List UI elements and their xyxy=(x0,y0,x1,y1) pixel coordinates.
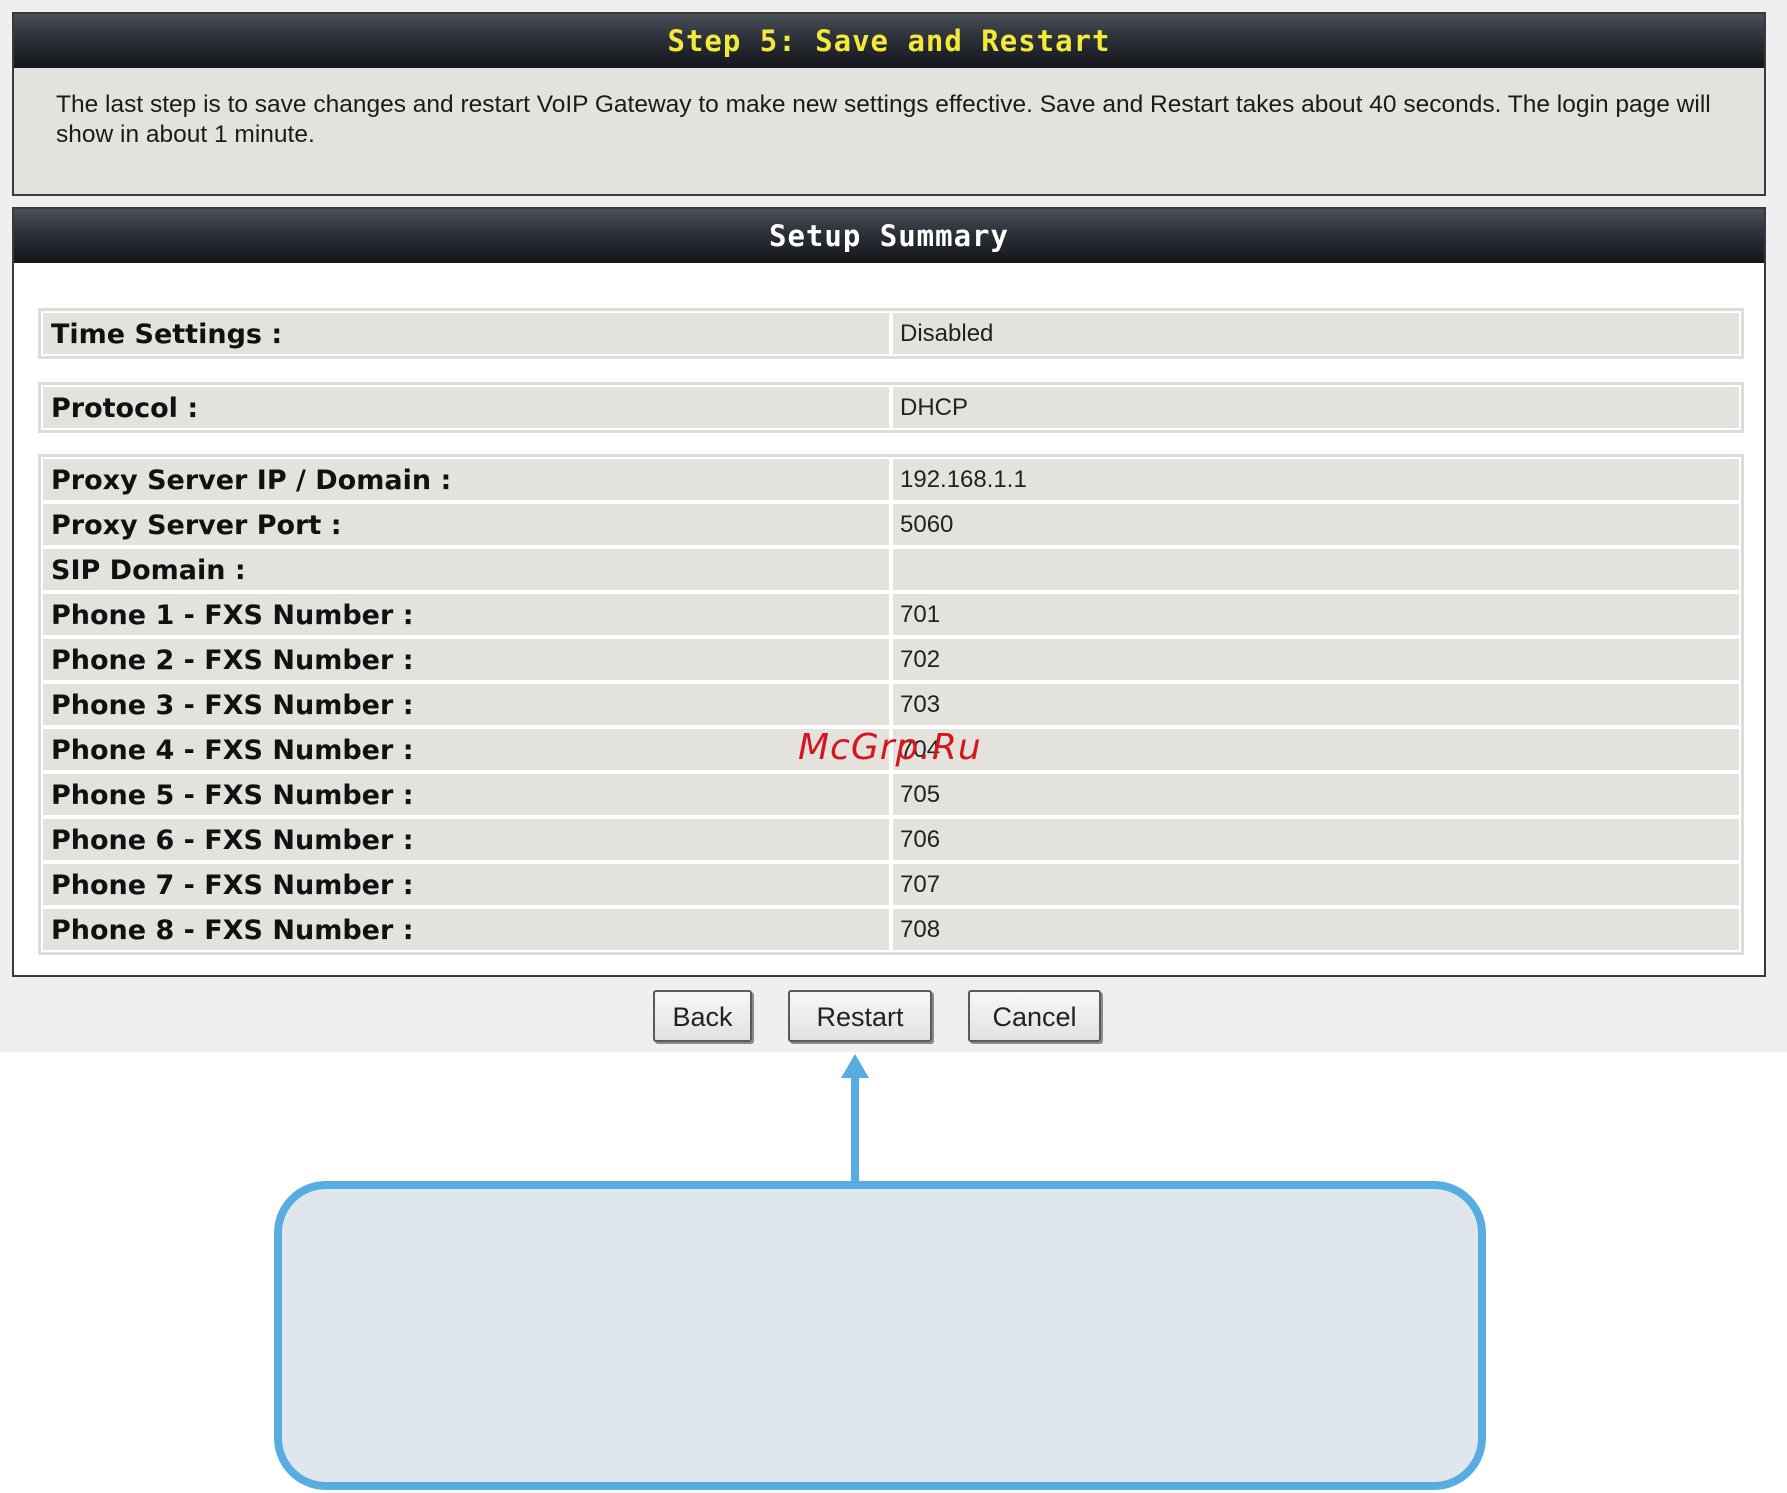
row-value: 707 xyxy=(893,864,1739,905)
summary-row: Phone 7 - FXS Number :707 xyxy=(43,864,1739,905)
row-value: 706 xyxy=(893,819,1739,860)
row-label: SIP Domain : xyxy=(43,549,889,590)
row-label: Phone 3 - FXS Number : xyxy=(43,684,889,725)
row-label: Phone 6 - FXS Number : xyxy=(43,819,889,860)
row-value: 192.168.1.1 xyxy=(893,459,1739,500)
row-value: 702 xyxy=(893,639,1739,680)
summary-row: Phone 1 - FXS Number :701 xyxy=(43,594,1739,635)
summary-row: Time Settings : Disabled xyxy=(43,313,1739,354)
row-value: DHCP xyxy=(893,387,1739,428)
row-value: 701 xyxy=(893,594,1739,635)
summary-row: Proxy Server Port :5060 xyxy=(43,504,1739,545)
row-value: 5060 xyxy=(893,504,1739,545)
row-label: Phone 2 - FXS Number : xyxy=(43,639,889,680)
watermark: McGrp.Ru xyxy=(798,727,982,768)
arrow-up-icon xyxy=(841,1054,869,1182)
step-panel: Step 5: Save and Restart The last step i… xyxy=(12,12,1766,196)
callout-box xyxy=(274,1181,1486,1490)
row-value: 705 xyxy=(893,774,1739,815)
cancel-button[interactable]: Cancel xyxy=(968,990,1101,1042)
restart-button[interactable]: Restart xyxy=(788,990,932,1042)
summary-row: Phone 3 - FXS Number :703 xyxy=(43,684,1739,725)
row-label: Proxy Server Port : xyxy=(43,504,889,545)
row-value: 708 xyxy=(893,909,1739,950)
button-bar: Back Restart Cancel xyxy=(0,990,1787,1044)
summary-row: Proxy Server IP / Domain :192.168.1.1 xyxy=(43,459,1739,500)
row-value: Disabled xyxy=(893,313,1739,354)
step-description: The last step is to save changes and res… xyxy=(56,91,1711,148)
summary-row: Phone 6 - FXS Number :706 xyxy=(43,819,1739,860)
row-label: Protocol : xyxy=(43,387,889,428)
row-label: Phone 1 - FXS Number : xyxy=(43,594,889,635)
setup-summary-panel: Setup Summary Time Settings : Disabled P… xyxy=(12,207,1766,977)
row-value: 703 xyxy=(893,684,1739,725)
summary-row: Phone 5 - FXS Number :705 xyxy=(43,774,1739,815)
row-label: Phone 5 - FXS Number : xyxy=(43,774,889,815)
row-label: Phone 8 - FXS Number : xyxy=(43,909,889,950)
step-title: Step 5: Save and Restart xyxy=(14,14,1764,68)
summary-row: Phone 2 - FXS Number :702 xyxy=(43,639,1739,680)
row-value: 704 xyxy=(893,729,1739,770)
row-label: Proxy Server IP / Domain : xyxy=(43,459,889,500)
summary-row: Protocol : DHCP xyxy=(43,387,1739,428)
row-label: Time Settings : xyxy=(43,313,889,354)
time-settings-group: Time Settings : Disabled xyxy=(38,308,1744,359)
row-label: Phone 7 - FXS Number : xyxy=(43,864,889,905)
summary-row: Phone 8 - FXS Number :708 xyxy=(43,909,1739,950)
row-value xyxy=(893,549,1739,590)
row-label: Phone 4 - FXS Number : xyxy=(43,729,889,770)
protocol-group: Protocol : DHCP xyxy=(38,382,1744,433)
sip-settings-group: Proxy Server IP / Domain :192.168.1.1 Pr… xyxy=(38,454,1744,955)
back-button[interactable]: Back xyxy=(653,990,752,1042)
summary-title: Setup Summary xyxy=(14,209,1764,263)
summary-row: SIP Domain : xyxy=(43,549,1739,590)
